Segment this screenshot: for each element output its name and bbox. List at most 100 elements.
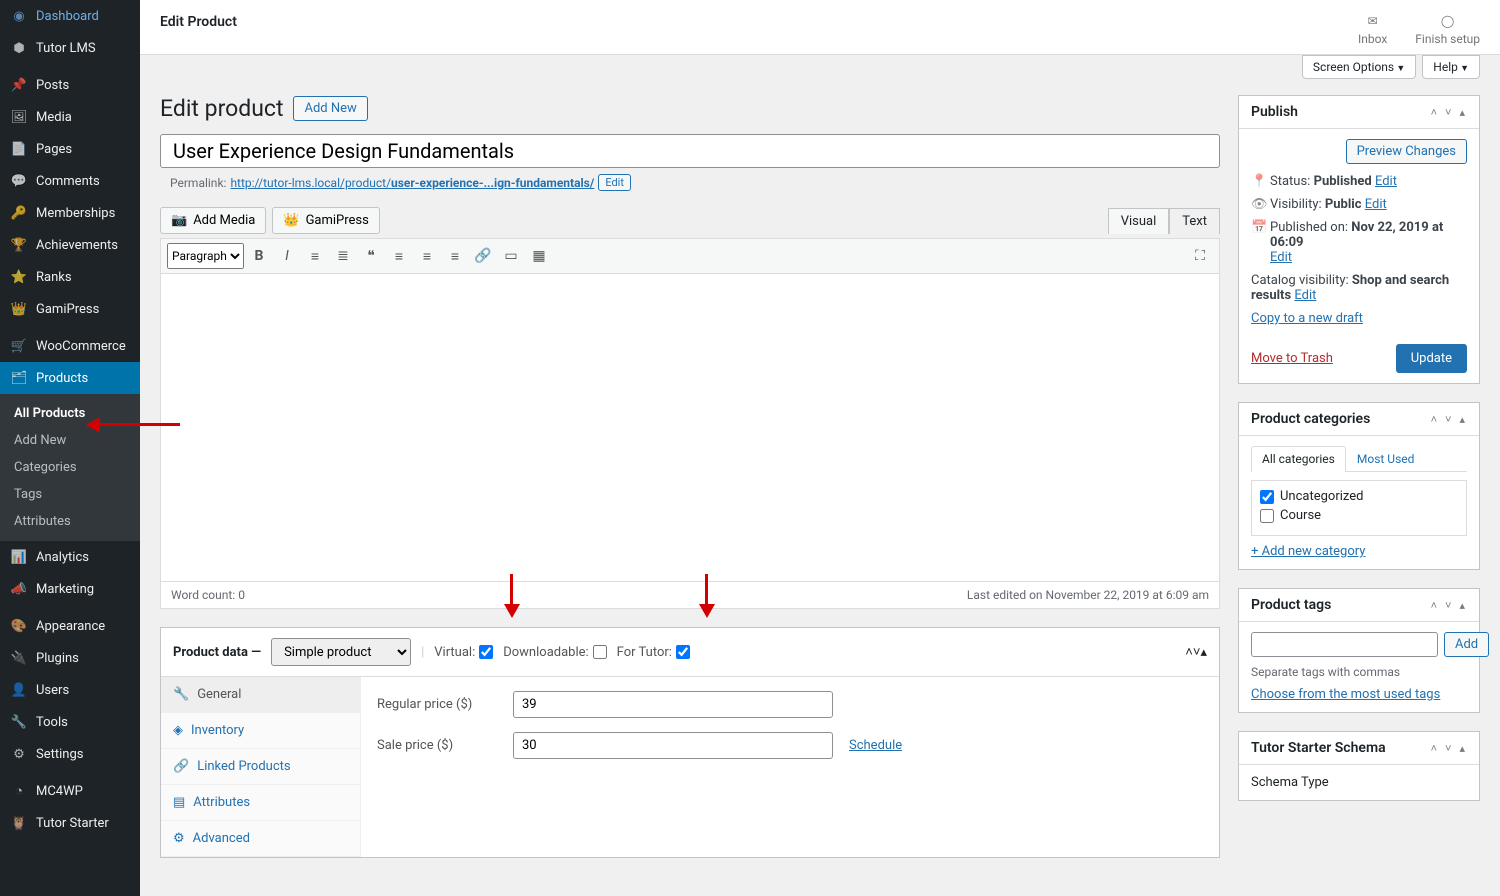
regular-price-input[interactable] [513,691,833,718]
virtual-checkbox[interactable] [479,645,493,659]
sidebar-item-woocommerce[interactable]: 🛒WooCommerce [0,330,140,362]
pd-tab-general[interactable]: 🔧General [161,677,360,713]
text-tab[interactable]: Text [1169,208,1220,234]
sale-price-input[interactable] [513,732,833,759]
box-down-icon[interactable]: ˅ [1443,106,1453,119]
sidebar-item-memberships[interactable]: 🔑Memberships [0,197,140,229]
crown-icon: 👑 [283,213,299,228]
update-button[interactable]: Update [1396,344,1467,373]
pd-tab-attributes[interactable]: ▤Attributes [161,785,360,821]
box-up-icon[interactable]: ˄ [1185,645,1193,660]
add-new-category-link[interactable]: + Add new category [1251,544,1365,559]
ul-button[interactable]: ≡ [302,243,328,269]
preview-button[interactable]: Preview Changes [1346,139,1467,164]
sidebar-item-posts[interactable]: 📌Posts [0,69,140,101]
box-up-icon[interactable]: ˄ [1429,742,1439,755]
sidebar-item-tools[interactable]: 🔧Tools [0,706,140,738]
copy-draft-link[interactable]: Copy to a new draft [1251,311,1363,326]
tag-add-button[interactable]: Add [1444,632,1489,657]
ol-button[interactable]: ≣ [330,243,356,269]
box-up-icon[interactable]: ˄ [1429,413,1439,426]
downloadable-checkbox[interactable] [593,645,607,659]
trash-link[interactable]: Move to Trash [1251,351,1333,366]
for-tutor-checkbox[interactable] [676,645,690,659]
sidebar-item-settings[interactable]: ⚙Settings [0,738,140,770]
all-categories-tab[interactable]: All categories [1251,446,1346,472]
visual-tab[interactable]: Visual [1108,208,1170,234]
sidebar-item-comments[interactable]: 💬Comments [0,165,140,197]
box-up-icon[interactable]: ˄ [1429,599,1439,612]
category-checkbox[interactable] [1260,509,1274,523]
sidebar-item-dashboard[interactable]: ◉Dashboard [0,0,140,32]
sidebar-item-mc4wp[interactable]: ◔MC4WP [0,775,140,807]
pd-tab-advanced[interactable]: ⚙Advanced [161,821,360,857]
align-center-button[interactable]: ≡ [414,243,440,269]
eye-icon: 👁 [1251,197,1264,210]
product-type-select[interactable]: Simple product [271,638,411,666]
sidebar-item-tutor-starter[interactable]: 🦉Tutor Starter [0,807,140,839]
most-used-tab[interactable]: Most Used [1346,446,1426,471]
box-up-icon[interactable]: ˄ [1429,106,1439,119]
box-down-icon[interactable]: ˅ [1443,599,1453,612]
sidebar-item-appearance[interactable]: 🎨Appearance [0,610,140,642]
box-toggle-icon[interactable]: ▴ [1457,106,1467,119]
bold-button[interactable]: B [246,243,272,269]
screen-options-tab[interactable]: Screen Options [1302,55,1416,79]
permalink-edit-button[interactable]: Edit [598,174,631,191]
sidebar-item-ranks[interactable]: ⭐Ranks [0,261,140,293]
pd-tab-inventory[interactable]: ◈Inventory [161,713,360,749]
link-button[interactable]: 🔗 [470,243,496,269]
readmore-button[interactable]: ▭ [498,243,524,269]
status-edit-link[interactable]: Edit [1375,174,1397,189]
align-right-button[interactable]: ≡ [442,243,468,269]
box-down-icon[interactable]: ˅ [1443,742,1453,755]
sidebar-item-analytics[interactable]: 📊Analytics [0,541,140,573]
pd-tab-linked[interactable]: 🔗Linked Products [161,749,360,785]
align-left-button[interactable]: ≡ [386,243,412,269]
help-tab[interactable]: Help [1422,55,1480,79]
category-item-uncategorized[interactable]: Uncategorized [1260,489,1458,504]
paragraph-select[interactable]: Paragraph [167,243,244,269]
sidebar-item-users[interactable]: 👤Users [0,674,140,706]
submenu-all-products[interactable]: All Products [0,400,140,427]
visibility-edit-link[interactable]: Edit [1365,197,1387,212]
quote-button[interactable]: ❝ [358,243,384,269]
box-toggle-icon[interactable]: ▴ [1457,742,1467,755]
tag-input[interactable] [1251,632,1438,657]
schedule-link[interactable]: Schedule [849,738,902,753]
link-icon: 🔗 [173,759,189,774]
box-toggle-icon[interactable]: ▴ [1200,645,1207,660]
gamipress-button[interactable]: 👑GamiPress [272,207,379,234]
inbox-button[interactable]: ✉Inbox [1358,14,1387,46]
sidebar-item-gamipress[interactable]: 👑GamiPress [0,293,140,325]
sidebar-item-media[interactable]: 🖼Media [0,101,140,133]
submenu-tags[interactable]: Tags [0,481,140,508]
category-checkbox[interactable] [1260,490,1274,504]
fullscreen-button[interactable]: ⛶ [1187,243,1213,269]
permalink-link[interactable]: http://tutor-lms.local/product/user-expe… [230,176,594,190]
toolbar-toggle-button[interactable]: ▦ [526,243,552,269]
editor-content[interactable] [160,274,1220,582]
add-new-button[interactable]: Add New [293,96,367,121]
italic-button[interactable]: I [274,243,300,269]
box-toggle-icon[interactable]: ▴ [1457,599,1467,612]
sidebar-item-products[interactable]: 🗂Products [0,362,140,394]
sidebar-item-plugins[interactable]: 🔌Plugins [0,642,140,674]
box-toggle-icon[interactable]: ▴ [1457,413,1467,426]
add-media-button[interactable]: 📷Add Media [160,207,266,234]
tutor-icon: ⬢ [10,39,28,57]
box-down-icon[interactable]: ˅ [1443,413,1453,426]
category-item-course[interactable]: Course [1260,508,1458,523]
sidebar-item-tutor-lms[interactable]: ⬢Tutor LMS [0,32,140,64]
submenu-add-new[interactable]: Add New [0,427,140,454]
sidebar-item-pages[interactable]: 📄Pages [0,133,140,165]
product-title-input[interactable] [160,134,1220,168]
date-edit-link[interactable]: Edit [1270,250,1292,265]
sidebar-item-achievements[interactable]: 🏆Achievements [0,229,140,261]
finish-setup-button[interactable]: ◯Finish setup [1415,14,1480,46]
submenu-categories[interactable]: Categories [0,454,140,481]
choose-tags-link[interactable]: Choose from the most used tags [1251,687,1440,702]
catalog-edit-link[interactable]: Edit [1294,288,1316,303]
sidebar-item-marketing[interactable]: 📣Marketing [0,573,140,605]
submenu-attributes[interactable]: Attributes [0,508,140,535]
